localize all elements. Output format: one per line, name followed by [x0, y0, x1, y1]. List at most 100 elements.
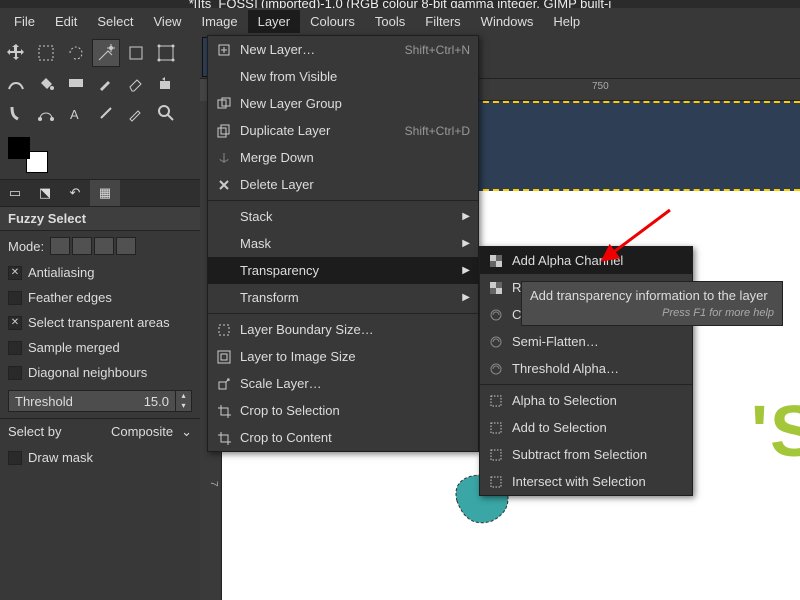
fit-icon — [216, 349, 232, 365]
layer-item-14[interactable]: Scale Layer… — [208, 370, 478, 397]
transparency-item-8[interactable]: Subtract from Selection — [480, 441, 692, 468]
antialias-checkbox[interactable] — [8, 266, 22, 280]
chevron-down-icon: ⌄ — [181, 424, 192, 440]
layer-item-13[interactable]: Layer to Image Size — [208, 343, 478, 370]
color-swatch[interactable] — [8, 137, 48, 173]
transparency-item-0[interactable]: Add Alpha Channel — [480, 247, 692, 274]
path-tool[interactable] — [32, 99, 60, 127]
layer-item-1[interactable]: New from Visible — [208, 63, 478, 90]
submenu-arrow-icon: ▶ — [462, 292, 470, 303]
drawmask-checkbox[interactable] — [8, 451, 22, 465]
menu-select[interactable]: Select — [87, 10, 143, 33]
layer-menu: New Layer…Shift+Ctrl+NNew from VisibleNe… — [207, 35, 479, 452]
layer-item-10[interactable]: Transform▶ — [208, 284, 478, 311]
layer-item-4: Merge Down — [208, 144, 478, 171]
gegl-icon — [488, 307, 504, 323]
diag-label: Diagonal neighbours — [28, 365, 147, 380]
layer-item-5[interactable]: Delete Layer — [208, 171, 478, 198]
free-select-tool[interactable] — [62, 39, 90, 67]
layer-item-7[interactable]: Stack▶ — [208, 203, 478, 230]
menu-view[interactable]: View — [144, 10, 192, 33]
layer-item-16[interactable]: Crop to Content — [208, 424, 478, 451]
menu-file[interactable]: File — [4, 10, 45, 33]
gradient-tool[interactable] — [62, 69, 90, 97]
tooltip: Add transparency information to the laye… — [521, 281, 783, 326]
tab-history[interactable]: ↶ — [60, 180, 90, 206]
scale-icon — [216, 376, 232, 392]
transparency-item-9[interactable]: Intersect with Selection — [480, 468, 692, 495]
menu-colours[interactable]: Colours — [300, 10, 365, 33]
heal-tool[interactable] — [92, 99, 120, 127]
blank-icon — [216, 263, 232, 279]
drawmask-label: Draw mask — [28, 450, 93, 465]
transparency-item-6[interactable]: Alpha to Selection — [480, 387, 692, 414]
tooltip-text: Add transparency information to the laye… — [530, 288, 774, 303]
menu-windows[interactable]: Windows — [471, 10, 544, 33]
dup-icon — [216, 123, 232, 139]
submenu-arrow-icon: ▶ — [462, 238, 470, 249]
mode-selector[interactable] — [50, 237, 136, 255]
zoom-tool[interactable] — [152, 99, 180, 127]
select-by-row[interactable]: Select byComposite⌄ — [0, 418, 200, 444]
transparency-item-7[interactable]: Add to Selection — [480, 414, 692, 441]
bound-icon — [216, 322, 232, 338]
submenu-arrow-icon: ▶ — [462, 211, 470, 222]
new-icon — [216, 42, 232, 58]
gegl-icon — [488, 361, 504, 377]
fuzzy-select-tool[interactable] — [92, 39, 120, 67]
crop-icon — [216, 430, 232, 446]
transform-tool[interactable] — [152, 39, 180, 67]
brush-tool[interactable] — [92, 69, 120, 97]
submenu-arrow-icon: ▶ — [462, 265, 470, 276]
mode-label: Mode: — [8, 239, 44, 254]
warp-tool[interactable] — [2, 69, 30, 97]
crop-tool[interactable] — [122, 39, 150, 67]
svg-text:A: A — [70, 107, 79, 122]
menu-image[interactable]: Image — [191, 10, 247, 33]
tool-options: Mode: Antialiasing Feather edges Select … — [0, 231, 200, 418]
tab-brush[interactable]: ⬔ — [30, 180, 60, 206]
move-tool[interactable] — [2, 39, 30, 67]
rect-select-tool[interactable] — [32, 39, 60, 67]
del-icon — [216, 177, 232, 193]
threshold-slider[interactable]: Threshold15.0▴▾ — [8, 390, 192, 412]
sel-icon — [488, 447, 504, 463]
transparent-label: Select transparent areas — [28, 315, 170, 330]
layer-item-9[interactable]: Transparency▶ — [208, 257, 478, 284]
feather-checkbox[interactable] — [8, 291, 22, 305]
layer-item-12[interactable]: Layer Boundary Size… — [208, 316, 478, 343]
blank-icon — [216, 209, 232, 225]
diag-checkbox[interactable] — [8, 366, 22, 380]
merged-label: Sample merged — [28, 340, 120, 355]
gegl-icon — [488, 334, 504, 350]
blank-icon — [216, 290, 232, 306]
menu-tools[interactable]: Tools — [365, 10, 415, 33]
transparent-checkbox[interactable] — [8, 316, 22, 330]
tab-tool-options[interactable]: ▦ — [90, 180, 120, 206]
sel-icon — [488, 474, 504, 490]
blank-icon — [216, 236, 232, 252]
tool-options-title: Fuzzy Select — [0, 207, 200, 231]
picker-tool[interactable] — [122, 99, 150, 127]
crop-icon — [216, 403, 232, 419]
toolbox-panel: A ▭ ⬔ ↶ ▦ Fuzzy Select Mode: Antialiasin… — [0, 35, 200, 600]
layer-item-0[interactable]: New Layer…Shift+Ctrl+N — [208, 36, 478, 63]
bucket-tool[interactable] — [32, 69, 60, 97]
tab-device[interactable]: ▭ — [0, 180, 30, 206]
dock-tabs: ▭ ⬔ ↶ ▦ — [0, 179, 200, 207]
smudge-tool[interactable] — [2, 99, 30, 127]
clone-tool[interactable] — [152, 69, 180, 97]
layer-item-3[interactable]: Duplicate LayerShift+Ctrl+D — [208, 117, 478, 144]
group-icon — [216, 96, 232, 112]
menu-layer[interactable]: Layer — [248, 10, 301, 33]
layer-item-15[interactable]: Crop to Selection — [208, 397, 478, 424]
layer-item-2[interactable]: New Layer Group — [208, 90, 478, 117]
antialias-label: Antialiasing — [28, 265, 95, 280]
menu-edit[interactable]: Edit — [45, 10, 87, 33]
menu-filters[interactable]: Filters — [415, 10, 470, 33]
text-tool[interactable]: A — [62, 99, 90, 127]
menu-help[interactable]: Help — [543, 10, 590, 33]
merged-checkbox[interactable] — [8, 341, 22, 355]
layer-item-8[interactable]: Mask▶ — [208, 230, 478, 257]
eraser-tool[interactable] — [122, 69, 150, 97]
